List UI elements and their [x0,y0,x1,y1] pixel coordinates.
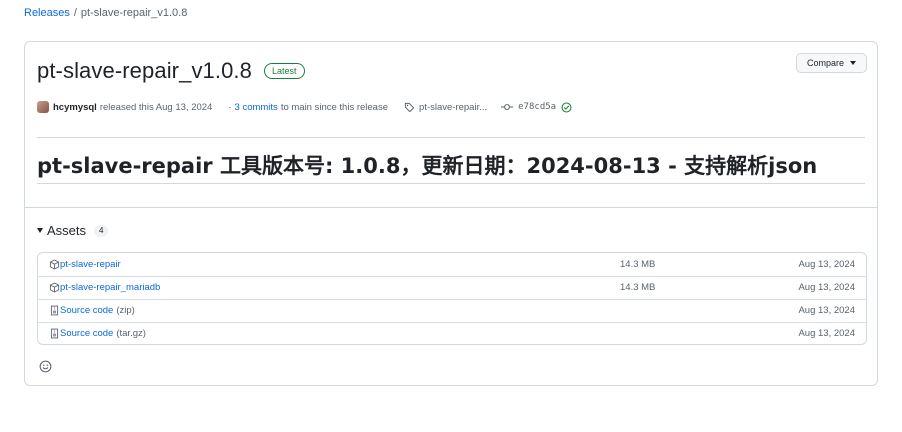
commit-link[interactable]: e78cd5a [501,102,572,113]
commits-suffix: to main since this release [280,101,389,113]
asset-date: Aug 13, 2024 [798,328,855,339]
assets-section-divider [25,207,877,208]
release-title-row: pt-slave-repair_v1.0.8 Latest [37,58,305,84]
assets-list: pt-slave-repair 14.3 MB Aug 13, 2024 pt-… [37,252,867,345]
asset-name: pt-slave-repair_mariadb [60,282,161,293]
compare-label: Compare [806,58,844,68]
package-icon [49,259,60,270]
row-divider [38,276,866,277]
tag-link[interactable]: pt-slave-repair... [404,102,487,113]
asset-date: Aug 13, 2024 [798,305,855,316]
assets-label: Assets [47,223,87,238]
asset-link[interactable]: pt-slave-repair_mariadb [49,282,160,293]
avatar[interactable] [37,101,49,113]
latest-badge: Latest [263,63,305,79]
asset-date: Aug 13, 2024 [798,282,855,293]
commit-hash: e78cd5a [518,102,557,112]
file-zip-icon [50,328,59,339]
asset-size: 14.3 MB [620,259,656,270]
asset-link[interactable]: Source code (tar.gz) [49,328,146,339]
list-item: pt-slave-repair 14.3 MB Aug 13, 2024 [38,253,866,276]
breadcrumb: Releases / pt-slave-repair_v1.0.8 [24,7,187,19]
git-commit-icon [501,104,514,110]
released-text: released this Aug 13, 2024 [99,101,213,113]
check-circle-icon [561,102,572,112]
assets-toggle[interactable]: Assets 4 [37,223,109,238]
triangle-down-icon [37,228,43,233]
release-card: pt-slave-repair_v1.0.8 Latest Compare hc… [24,41,878,386]
asset-date: Aug 13, 2024 [798,259,855,270]
tag-label: pt-slave-repair... [419,101,488,113]
release-title[interactable]: pt-slave-repair_v1.0.8 [37,58,252,84]
breadcrumb-releases-link[interactable]: Releases [24,7,70,19]
release-meta: hcymysql released this Aug 13, 2024 · 3 … [37,101,572,113]
author-link[interactable]: hcymysql [53,102,97,113]
asset-link[interactable]: Source code (zip) [49,305,135,316]
dot-separator: · [228,101,232,113]
release-body-heading: pt-slave-repair 工具版本号: 1.0.8，更新日期：2024-0… [37,154,818,178]
assets-count-badge: 4 [94,224,109,237]
row-divider [38,299,866,300]
list-item: pt-slave-repair_mariadb 14.3 MB Aug 13, … [38,276,866,299]
add-reaction-button[interactable] [37,358,53,374]
asset-name: Source code [60,328,114,339]
package-icon [49,282,60,293]
asset-name: pt-slave-repair [60,259,121,270]
file-zip-icon [50,305,59,316]
body-divider [37,183,865,184]
compare-button[interactable]: Compare [795,53,867,73]
row-divider [38,322,866,323]
breadcrumb-separator: / [73,7,77,19]
tag-icon [404,102,415,112]
header-divider [37,137,865,138]
asset-format: (tar.gz) [116,328,146,339]
list-item: Source code (zip) Aug 13, 2024 [38,299,866,322]
smiley-icon [39,360,51,372]
asset-format: (zip) [116,305,135,316]
commits-link[interactable]: 3 commits [235,102,278,113]
breadcrumb-current: pt-slave-repair_v1.0.8 [80,7,188,19]
asset-name: Source code [60,305,114,316]
list-item: Source code (tar.gz) Aug 13, 2024 [38,322,866,345]
chevron-down-icon [850,61,856,65]
asset-size: 14.3 MB [620,282,656,293]
asset-link[interactable]: pt-slave-repair [49,259,121,270]
